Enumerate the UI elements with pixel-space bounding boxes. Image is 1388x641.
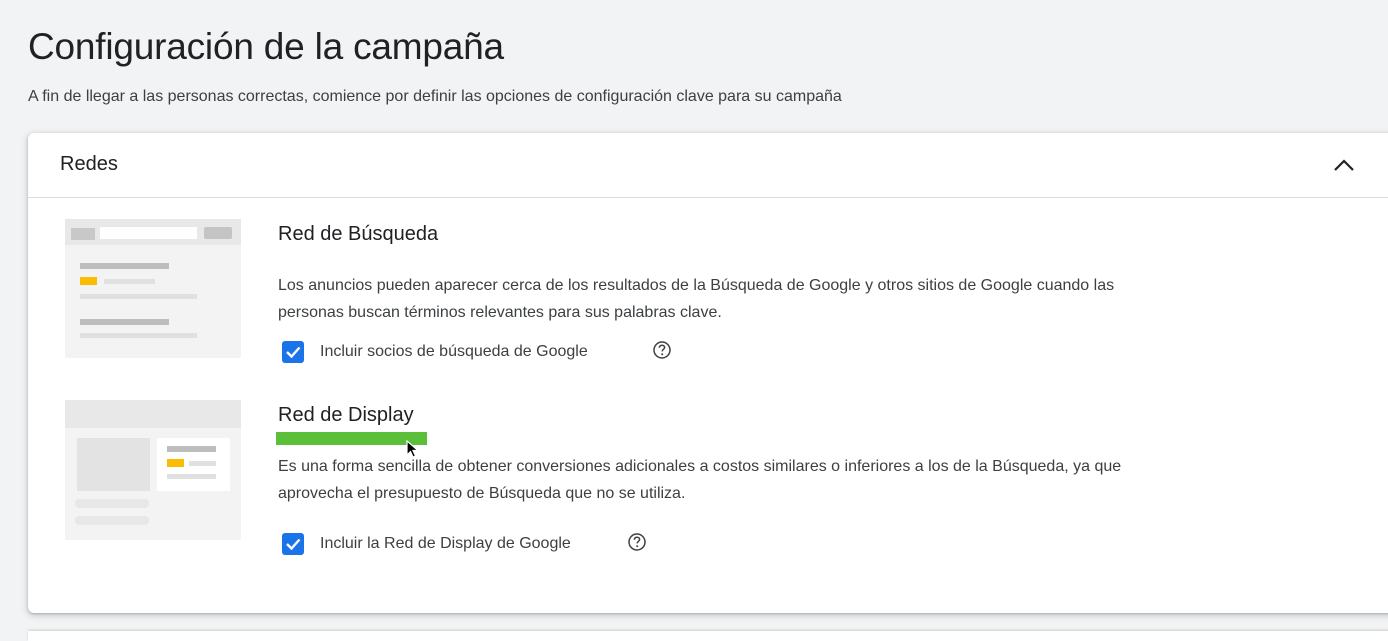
mouse-cursor-icon [406, 439, 424, 460]
illustration-result-title [80, 319, 169, 325]
search-network-description-line2: personas buscan términos relevantes para… [278, 304, 722, 321]
help-circle-icon[interactable] [652, 340, 672, 360]
illustration-logo [71, 228, 95, 240]
illustration-ad-line [189, 461, 216, 466]
display-network-checkbox[interactable] [282, 533, 304, 555]
search-network-title: Red de Búsqueda [278, 223, 439, 245]
illustration-ad-title [167, 446, 216, 452]
display-network-description-line2: aprovecha el presupuesto de Búsqueda que… [278, 485, 686, 502]
display-network-title: Red de Display [278, 404, 414, 426]
collapse-button[interactable] [1328, 149, 1360, 181]
illustration-search-button [204, 227, 232, 239]
page-subtitle: A fin de llegar a las personas correctas… [28, 88, 842, 105]
illustration-ad-marker [167, 459, 184, 467]
illustration-search-box [100, 227, 197, 239]
illustration-result-title [80, 263, 169, 269]
page-title: Configuración de la campaña [28, 26, 504, 67]
illustration-result-line [80, 294, 197, 299]
search-network-illustration [65, 219, 241, 358]
illustration-content-line [75, 499, 149, 508]
checkmark-icon [286, 346, 301, 359]
illustration-content-line [75, 516, 149, 525]
display-network-illustration [65, 400, 241, 540]
next-section-card-edge [28, 631, 1388, 641]
illustration-header-bar [65, 400, 241, 428]
search-partners-label[interactable]: Incluir socios de búsqueda de Google [320, 343, 588, 361]
illustration-result-line [104, 279, 155, 284]
illustration-result-line [80, 333, 197, 338]
card-title: Redes [60, 153, 118, 175]
display-network-option[interactable]: Incluir la Red de Display de Google [282, 533, 682, 559]
search-network-description-line1: Los anuncios pueden aparecer cerca de lo… [278, 277, 1115, 294]
checkmark-icon [286, 538, 301, 551]
title-highlight-underline [276, 432, 427, 445]
chevron-up-icon [1334, 159, 1354, 171]
display-network-description-line1: Es una forma sencilla de obtener convers… [278, 458, 1122, 475]
networks-card: Redes Red de Búsqueda Los anuncios puede… [28, 133, 1388, 613]
illustration-ad-marker [80, 277, 97, 285]
illustration-ad-line [167, 474, 216, 479]
search-partners-option[interactable]: Incluir socios de búsqueda de Google [282, 341, 682, 367]
networks-card-header[interactable]: Redes [28, 133, 1388, 198]
help-circle-icon[interactable] [627, 532, 647, 552]
display-network-label[interactable]: Incluir la Red de Display de Google [320, 535, 571, 553]
illustration-image-block [77, 438, 150, 491]
search-partners-checkbox[interactable] [282, 341, 304, 363]
